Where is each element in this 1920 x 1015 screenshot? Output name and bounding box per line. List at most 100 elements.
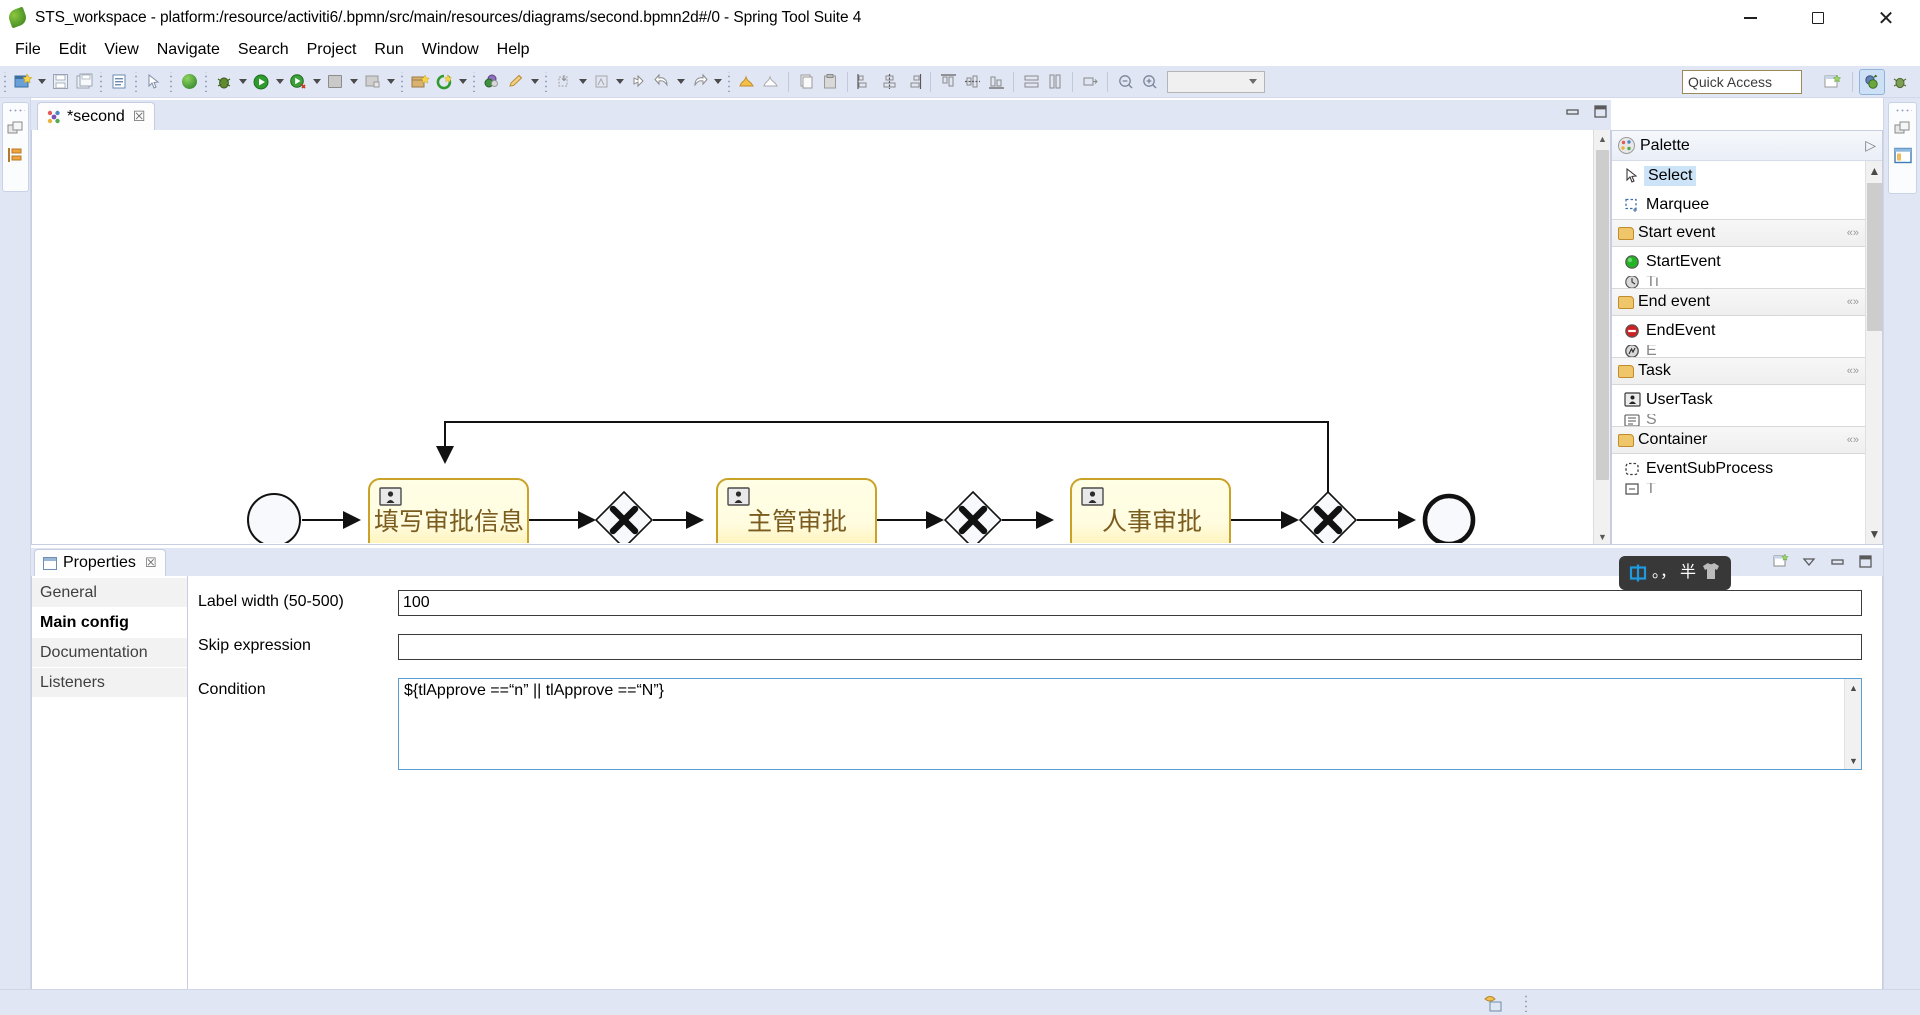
package-explorer-view-icon[interactable] [1893, 145, 1913, 165]
palette-scroll-up-icon[interactable]: ▲ [1866, 161, 1882, 181]
editor-maximize-icon[interactable] [1592, 104, 1608, 118]
spring-perspective-icon[interactable] [1859, 69, 1885, 95]
align-top-icon[interactable] [937, 71, 959, 93]
palette-item-startevent[interactable]: StartEvent [1612, 247, 1865, 276]
palette-item-eventsubprocess[interactable]: EventSubProcess [1612, 454, 1865, 483]
minimize-button[interactable] [1716, 0, 1784, 36]
palette-group-collapse-icon-4[interactable]: «» [1847, 434, 1859, 446]
new-dropdown-arrow[interactable] [35, 71, 48, 93]
canvas-vertical-scrollbar[interactable]: ▲ ▼ [1593, 130, 1610, 544]
palette-expand-icon[interactable]: ▷ [1865, 137, 1876, 154]
toolbar-grip-7[interactable] [472, 71, 477, 92]
label-width-input[interactable]: 100 [398, 590, 1862, 616]
bpmn-validate-icon[interactable] [736, 71, 758, 93]
forward-navigation-icon[interactable] [688, 71, 710, 93]
bpmn-deploy-icon[interactable] [760, 71, 782, 93]
editor-minimize-icon[interactable] [1564, 104, 1580, 118]
properties-pin-icon[interactable] [1773, 553, 1789, 568]
next-annotation-icon[interactable] [553, 71, 575, 93]
shirt-icon[interactable] [1700, 561, 1722, 586]
zoom-out-icon[interactable] [1114, 71, 1136, 93]
maximize-button[interactable] [1784, 0, 1852, 36]
restore-views-icon[interactable] [6, 119, 26, 139]
menu-project[interactable]: Project [298, 39, 366, 61]
palette-item-errorendevent-clipped[interactable]: E [1612, 345, 1865, 357]
last-edit-location-icon[interactable] [627, 71, 649, 93]
zoom-level-combo[interactable] [1167, 70, 1265, 93]
palette-vertical-scrollbar[interactable]: ▲ ▼ [1865, 161, 1882, 544]
palette-group-container[interactable]: Container «» [1612, 426, 1865, 454]
palette-item-scripttask-clipped[interactable]: S [1612, 414, 1865, 426]
refresh-icon[interactable] [433, 71, 455, 93]
toolbar-grip-5[interactable] [204, 71, 209, 92]
run-as-dropdown-arrow[interactable] [310, 71, 323, 93]
fit-to-window-icon[interactable] [1079, 71, 1101, 93]
properties-tab-general[interactable]: General [32, 578, 187, 608]
palette-group-task[interactable]: Task «» [1612, 357, 1865, 385]
canvas-scroll-down-icon[interactable]: ▼ [1594, 528, 1610, 544]
toolbar-grip-3[interactable] [134, 71, 139, 92]
run-icon[interactable] [250, 71, 272, 93]
menu-search[interactable]: Search [229, 39, 298, 61]
external-tools-dropdown-arrow[interactable] [384, 71, 397, 93]
skip-expression-input[interactable] [398, 634, 1862, 660]
palette-tool-marquee[interactable]: Marquee [1612, 190, 1865, 219]
menu-navigate[interactable]: Navigate [148, 39, 229, 61]
palette-group-end-event[interactable]: End event «» [1612, 288, 1865, 316]
menu-run[interactable]: Run [365, 39, 412, 61]
properties-maximize-icon[interactable] [1857, 554, 1873, 568]
palette-item-usertask[interactable]: UserTask [1612, 385, 1865, 414]
new-document-icon[interactable] [108, 71, 130, 93]
copy-icon[interactable] [795, 71, 817, 93]
ime-floating-toolbar[interactable]: 。， 半 [1619, 556, 1731, 590]
palette-group-collapse-icon-3[interactable]: «» [1847, 365, 1859, 377]
pointer-tool-icon[interactable] [143, 71, 165, 93]
debug-dropdown-arrow[interactable] [236, 71, 249, 93]
quick-access-input[interactable]: Quick Access [1682, 70, 1802, 94]
forward-dropdown-arrow[interactable] [711, 71, 724, 93]
previous-edit-dropdown-arrow[interactable] [613, 71, 626, 93]
paste-icon[interactable] [819, 71, 841, 93]
search-icon[interactable] [481, 71, 503, 93]
canvas-scroll-up-icon[interactable]: ▲ [1594, 130, 1610, 147]
condition-textarea[interactable]: ${tlApprove ==“n” || tlApprove ==“N”} ▲ … [398, 678, 1862, 770]
palette-tool-select[interactable]: Select [1612, 161, 1865, 190]
annotate-dropdown-arrow[interactable] [528, 71, 541, 93]
ime-punctuation-mode[interactable]: 。， [1652, 565, 1676, 581]
menu-file[interactable]: File [6, 39, 50, 61]
back-navigation-icon[interactable] [651, 71, 673, 93]
previous-edit-icon[interactable] [590, 71, 612, 93]
menu-window[interactable]: Window [413, 39, 488, 61]
properties-minimize-icon[interactable] [1829, 554, 1845, 568]
run-as-icon[interactable] [287, 71, 309, 93]
properties-tab-main-config[interactable]: Main config [32, 608, 187, 638]
refresh-dropdown-arrow[interactable] [456, 71, 469, 93]
palette-scroll-down-icon[interactable]: ▼ [1866, 524, 1882, 544]
toolbar-grip-2[interactable] [99, 71, 104, 92]
restore-views-icon-right[interactable] [1893, 119, 1913, 139]
align-center-icon[interactable] [878, 71, 900, 93]
match-height-icon[interactable] [1044, 71, 1066, 93]
palette-item-endevent[interactable]: EndEvent [1612, 316, 1865, 345]
toolbar-grip-6[interactable] [400, 71, 405, 92]
terminate-icon[interactable] [324, 71, 346, 93]
match-width-icon[interactable] [1020, 71, 1042, 93]
toolbar-grip-9[interactable] [727, 71, 732, 92]
editor-tab-close-icon[interactable]: ☒ [133, 109, 146, 125]
canvas-scroll-thumb[interactable] [1596, 150, 1609, 480]
terminate-dropdown-arrow[interactable] [347, 71, 360, 93]
debug-perspective-icon[interactable] [1888, 70, 1912, 94]
bpmn-diagram-canvas[interactable]: 填写审批信息 主管审批 人事审批 ▲ ▼ [31, 130, 1611, 545]
condition-vertical-scrollbar[interactable]: ▲ ▼ [1844, 679, 1861, 769]
palette-item-timerstartevent-clipped[interactable]: Ti [1612, 276, 1865, 288]
palette-scroll-thumb[interactable] [1867, 183, 1882, 331]
save-all-icon[interactable] [73, 71, 95, 93]
remote-system-icon[interactable] [1484, 994, 1502, 1012]
align-bottom-icon[interactable] [985, 71, 1007, 93]
align-right-icon[interactable] [902, 71, 924, 93]
new-wizard-icon[interactable] [12, 71, 34, 93]
back-dropdown-arrow[interactable] [674, 71, 687, 93]
close-button[interactable]: ✕ [1852, 0, 1920, 36]
toolbar-grip-4[interactable] [169, 71, 174, 92]
boot-dashboard-icon[interactable] [178, 71, 200, 93]
